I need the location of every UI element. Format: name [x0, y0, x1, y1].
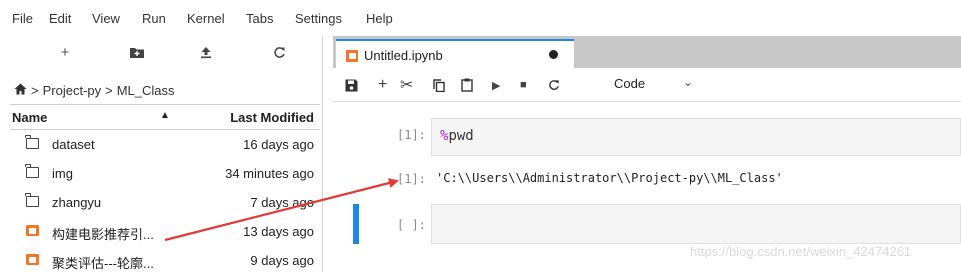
file-row-notebook-1[interactable]: 构建电影推荐引... 13 days ago	[10, 217, 320, 246]
folder-icon	[25, 135, 39, 149]
file-row-img[interactable]: img 34 minutes ago	[10, 159, 320, 188]
file-row-notebook-2[interactable]: 聚类评估---轮廓... 9 days ago	[10, 246, 320, 275]
menu-kernel[interactable]: Kernel	[187, 11, 225, 26]
save-icon[interactable]	[345, 74, 358, 96]
file-row-dataset[interactable]: dataset 16 days ago	[10, 130, 320, 159]
home-icon[interactable]	[14, 83, 27, 98]
tab-untitled-ipynb[interactable]: Untitled.ipynb	[336, 39, 574, 68]
copy-icon[interactable]	[433, 74, 445, 96]
file-name: 构建电影推荐引...	[52, 227, 154, 242]
file-name: 聚类评估---轮廓...	[52, 256, 154, 271]
new-launcher-icon[interactable]: +	[54, 42, 76, 62]
notebook-toolbar: + ✂ ▶ ■ Code ⌄	[333, 68, 961, 102]
file-name: dataset	[52, 137, 95, 152]
add-cell-icon[interactable]: +	[378, 74, 387, 96]
new-folder-icon[interactable]	[126, 42, 148, 62]
cut-icon[interactable]: ✂	[400, 74, 413, 96]
file-modified: 34 minutes ago	[225, 166, 314, 181]
menu-settings[interactable]: Settings	[295, 11, 342, 26]
breadcrumb-project-py[interactable]: Project-py	[43, 83, 102, 98]
notebook-icon	[26, 225, 39, 236]
file-modified: 7 days ago	[250, 195, 314, 210]
column-name-header[interactable]: Name	[12, 110, 47, 125]
menu-edit[interactable]: Edit	[49, 11, 71, 26]
stop-icon[interactable]: ■	[520, 74, 527, 96]
notebook-icon	[26, 254, 39, 265]
input-prompt: [ ]:	[397, 218, 426, 232]
breadcrumb-separator: >	[105, 82, 113, 98]
tab-bar: Untitled.ipynb	[333, 36, 961, 68]
column-modified-header[interactable]: Last Modified	[230, 110, 314, 125]
paste-icon[interactable]	[461, 74, 473, 96]
notebook-icon	[346, 50, 358, 62]
file-modified: 9 days ago	[250, 253, 314, 268]
unsaved-dot-icon[interactable]	[549, 50, 558, 59]
sort-up-icon[interactable]: ▲	[160, 110, 170, 121]
run-icon[interactable]: ▶	[492, 74, 500, 96]
notebook-panel: Untitled.ipynb + ✂ ▶ ■ Code ⌄ [1]: %pwd …	[333, 36, 961, 272]
active-cell-indicator	[353, 204, 359, 244]
menu-file[interactable]: File	[12, 11, 33, 26]
folder-icon	[25, 164, 39, 178]
file-name: zhangyu	[52, 195, 102, 210]
restart-icon[interactable]	[548, 74, 560, 96]
code-cell-input-empty[interactable]	[431, 204, 961, 244]
menu-tabs[interactable]: Tabs	[246, 11, 273, 26]
folder-icon	[25, 193, 39, 207]
watermark: https://blog.csdn.net/weixin_42474261	[690, 244, 912, 259]
code-cell-input[interactable]: %pwd	[431, 118, 961, 156]
refresh-icon[interactable]	[268, 42, 290, 62]
cell-type-select[interactable]: Code	[614, 76, 645, 91]
menu-help[interactable]: Help	[366, 11, 393, 26]
tab-title: Untitled.ipynb	[364, 48, 443, 63]
cell-output: 'C:\\Users\\Administrator\\Project-py\\M…	[436, 171, 783, 185]
cell-code: %pwd	[440, 128, 474, 144]
file-list-header: Name ▲ Last Modified	[10, 104, 320, 130]
breadcrumb-ml-class[interactable]: ML_Class	[117, 83, 175, 98]
file-browser-panel: + > Project-py > ML_Class Name ▲ Last Mo…	[0, 36, 323, 272]
input-prompt: [1]:	[397, 128, 426, 142]
file-modified: 16 days ago	[243, 137, 314, 152]
menu-view[interactable]: View	[92, 11, 120, 26]
menu-bar: File Edit View Run Kernel Tabs Settings …	[0, 0, 961, 36]
code-text: pwd	[448, 128, 474, 144]
output-prompt: [1]:	[397, 172, 426, 186]
file-modified: 13 days ago	[243, 224, 314, 239]
menu-run[interactable]: Run	[142, 11, 166, 26]
file-row-zhangyu[interactable]: zhangyu 7 days ago	[10, 188, 320, 217]
breadcrumb-separator: >	[31, 82, 39, 98]
breadcrumb: > Project-py > ML_Class	[14, 80, 175, 100]
chevron-down-icon[interactable]: ⌄	[683, 75, 693, 89]
file-name: img	[52, 166, 73, 181]
upload-icon[interactable]	[195, 42, 217, 62]
